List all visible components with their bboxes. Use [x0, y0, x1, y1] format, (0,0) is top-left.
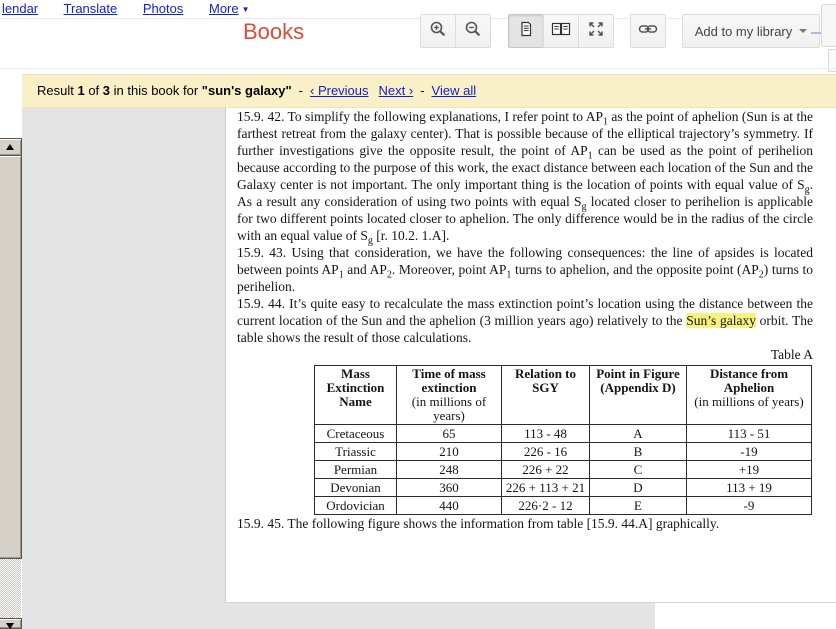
scroll-up-button[interactable] [0, 138, 22, 156]
table-header-cell: Mass Extinction Name [314, 365, 397, 425]
view-mode-button-group [508, 14, 614, 48]
view-all-link[interactable]: View all [432, 83, 477, 98]
table-cell: Ordovician [314, 496, 397, 515]
table-cell: 226·2 - 12 [501, 496, 590, 515]
paragraph-45: 15.9. 45. The following figure shows the… [237, 516, 720, 531]
scrollbar-track[interactable] [0, 559, 21, 618]
search-result-bar: Result 1 of 3 in this book for "sun's ga… [22, 74, 836, 108]
get-link-button[interactable] [630, 14, 666, 48]
table-cell: Triassic [314, 442, 397, 461]
table-header-cell: Distance from Aphelion (in millions of ye… [686, 365, 812, 425]
nav-link-calendar[interactable]: lendar [2, 1, 38, 16]
scroll-down-button[interactable] [0, 618, 22, 629]
link-button-group [630, 14, 666, 48]
two-page-icon [551, 20, 571, 43]
next-link[interactable]: Next › [379, 83, 414, 98]
table-cell: 65 [396, 424, 502, 443]
nav-link-more[interactable]: More [209, 1, 239, 16]
arrow-down-icon [5, 623, 14, 629]
table-header-cell: Relation to SGY [501, 365, 590, 425]
table-cell: C [589, 460, 687, 479]
zoom-out-button[interactable] [455, 14, 491, 48]
top-nav: lendar Translate Photos More ▼ [2, 1, 250, 18]
zoom-out-icon [464, 20, 482, 43]
zoom-in-icon [429, 20, 447, 43]
fullscreen-button[interactable] [578, 14, 614, 48]
extinction-table: Mass Extinction Name Time of mass extinc… [314, 365, 812, 515]
table-a-label: Table A [770, 347, 813, 362]
table-header-cell: Point in Figure (Appendix D) [589, 365, 687, 425]
table-cell: Permian [314, 460, 397, 479]
single-page-view-button[interactable] [508, 14, 544, 48]
table-cell: +19 [686, 460, 812, 479]
arrow-up-icon [5, 144, 14, 150]
table-cell: Devonian [314, 478, 397, 497]
table-cell: -9 [686, 496, 812, 515]
previous-link[interactable]: ‹ Previous [310, 83, 369, 98]
nav-link-translate[interactable]: Translate [64, 1, 118, 16]
result-text: Result 1 of 3 in this book for "sun's ga… [37, 83, 292, 98]
paragraph-44: 15.9. 44. It’s quite easy to recalculate… [237, 296, 814, 345]
table-cell: E [589, 496, 687, 515]
table-cell: 360 [396, 478, 502, 497]
table-cell: 210 [396, 442, 502, 461]
google-books-viewer: lendar Translate Photos More ▼ Books Add… [0, 0, 836, 629]
header-divider [0, 68, 836, 69]
paragraph-43: 15.9. 43. Using that consideration, we h… [237, 245, 813, 294]
two-page-view-button[interactable] [543, 14, 579, 48]
table-cell: 440 [396, 496, 502, 515]
chevron-down-icon [799, 29, 808, 33]
table-cell: D [589, 478, 687, 497]
paragraph-42: 15.9. 42. To simplify the following expl… [237, 109, 814, 247]
zoom-in-button[interactable] [420, 14, 456, 48]
book-page: 15.9. 42. To simplify the following expl… [225, 108, 836, 603]
table-row: Permian 248 226 + 22 C +19 [314, 460, 812, 479]
table-cell: 113 + 19 [686, 478, 812, 497]
table-header-cell: Time of mass extinction (in millions of y… [396, 365, 502, 425]
table-cell: 226 + 113 + 21 [501, 478, 590, 497]
table-cell: 113 - 48 [501, 424, 590, 443]
add-to-library-label: Add to my library [694, 23, 793, 39]
table-cell: -19 [686, 442, 812, 461]
link-icon [638, 20, 658, 43]
chevron-down-icon: ▼ [241, 5, 250, 14]
table-row: Ordovician 440 226·2 - 12 E -9 [314, 496, 812, 515]
nav-more-menu[interactable]: More ▼ [209, 1, 250, 16]
separator: - [298, 83, 303, 98]
book-page-text: 15.9. 42. To simplify the following expl… [237, 108, 813, 532]
table-row: Triassic 210 226 - 16 B -19 [314, 442, 812, 461]
table-row: Cretaceous 65 113 - 48 A 113 - 51 [314, 424, 812, 443]
table-cell: 248 [396, 460, 502, 479]
single-page-icon [517, 20, 535, 43]
fullscreen-icon [587, 20, 605, 43]
edge-partial-button [821, 4, 836, 47]
table-cell: B [589, 442, 687, 461]
scrollbar-thumb[interactable] [0, 156, 22, 559]
table-cell: A [589, 424, 687, 443]
page-title: Books [243, 19, 305, 44]
table-cell: 113 - 51 [686, 424, 812, 443]
separator: - [420, 83, 425, 98]
add-to-library-button[interactable]: Add to my library [682, 14, 820, 48]
zoom-button-group [420, 14, 491, 48]
table-row: Devonian 360 226 + 113 + 21 D 113 + 19 [314, 478, 812, 497]
vertical-scrollbar[interactable] [0, 138, 22, 629]
table-cell: 226 + 22 [501, 460, 590, 479]
table-cell: 226 - 16 [501, 442, 590, 461]
table-header-row: Mass Extinction Name Time of mass extinc… [314, 365, 812, 425]
table-cell: Cretaceous [314, 424, 397, 443]
nav-link-photos[interactable]: Photos [143, 1, 183, 16]
